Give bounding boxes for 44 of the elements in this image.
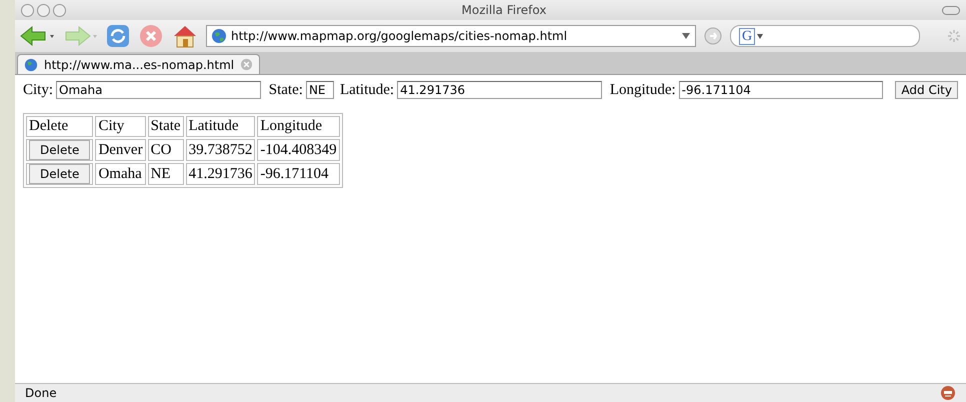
add-city-button[interactable]: Add City xyxy=(895,81,958,99)
window-control-icon[interactable] xyxy=(37,4,50,16)
input-field[interactable]: Omaha xyxy=(56,81,261,99)
field-label: Longitude: xyxy=(610,82,676,98)
window-control-icon[interactable] xyxy=(53,4,66,16)
table-cell: NE xyxy=(148,163,184,185)
table-cell: Omaha xyxy=(95,163,146,185)
delete-button[interactable]: Delete xyxy=(29,164,90,184)
dropdown-icon[interactable] xyxy=(681,32,691,40)
input-field[interactable]: NE xyxy=(306,81,334,99)
globe-icon xyxy=(211,28,227,44)
column-header: Latitude xyxy=(186,116,256,137)
column-header: City xyxy=(95,116,146,137)
reload-icon[interactable] xyxy=(105,23,131,49)
field-label: City: xyxy=(23,82,54,98)
field-label: Latitude: xyxy=(340,82,394,98)
column-header: Longitude xyxy=(257,116,340,137)
input-field[interactable]: 41.291736 xyxy=(397,81,602,99)
window-title: Mozilla Firefox xyxy=(460,3,548,17)
search-field[interactable]: G xyxy=(730,25,920,47)
table-cell: Denver xyxy=(95,139,146,161)
column-header: Delete xyxy=(26,116,94,137)
status-text: Done xyxy=(25,386,57,400)
dropdown-icon[interactable] xyxy=(757,34,764,38)
table-cell: 41.291736 xyxy=(186,163,256,185)
table-cell: CO xyxy=(148,139,184,161)
window-control-icon[interactable] xyxy=(21,4,34,16)
table-cell: -104.408349 xyxy=(257,139,340,161)
address-bar[interactable]: http://www.mapmap.org/googlemaps/cities-nomap.html xyxy=(206,25,696,47)
table-cell: -96.171104 xyxy=(257,163,340,185)
column-header: State xyxy=(148,116,184,137)
stop-icon[interactable] xyxy=(138,23,164,49)
close-icon[interactable] xyxy=(240,58,254,71)
input-field[interactable]: -96.171104 xyxy=(678,81,884,99)
throbber-icon xyxy=(946,28,962,44)
delete-button[interactable]: Delete xyxy=(29,140,90,160)
browser-tab[interactable]: http://www.ma...es-nomap.html xyxy=(17,54,260,74)
go-icon[interactable] xyxy=(703,26,723,46)
toolbar-toggle-icon[interactable] xyxy=(942,6,960,14)
search-engine-button[interactable]: G xyxy=(739,28,756,44)
globe-icon xyxy=(24,58,38,72)
field-label: State: xyxy=(268,82,303,98)
table-cell: 39.738752 xyxy=(186,139,256,161)
back-icon[interactable] xyxy=(19,25,55,47)
